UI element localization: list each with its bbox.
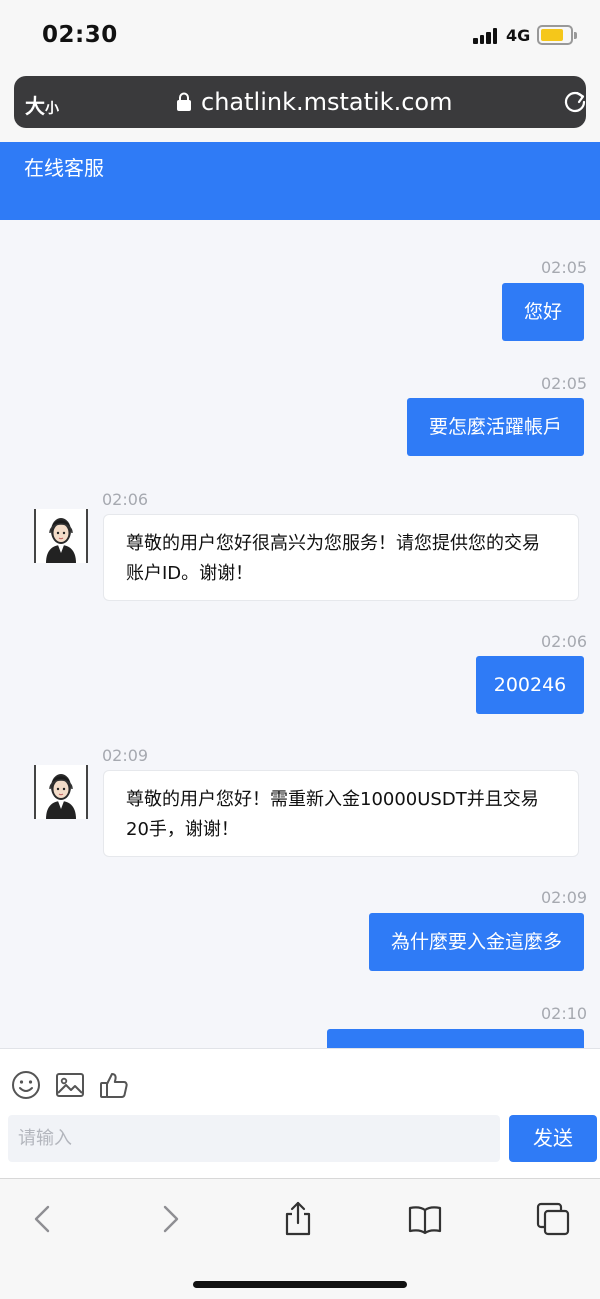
incoming-message: 尊敬的用户您好很高兴为您服务！请您提供您的交易账户ID。谢谢！: [103, 514, 579, 601]
battery-icon: [537, 25, 577, 45]
agent-avatar: [34, 509, 88, 563]
outgoing-message: [327, 1029, 584, 1048]
text-size-button[interactable]: 大小: [25, 90, 59, 119]
address-bar[interactable]: 大小 chatlink.mstatik.com: [14, 76, 586, 128]
chat-messages[interactable]: 02:05 您好 02:05 要怎麼活躍帳戶 02:06 尊敬的用户您好很高兴为…: [0, 220, 600, 1048]
outgoing-message: 您好: [502, 283, 584, 341]
emoji-icon[interactable]: [10, 1069, 42, 1101]
message-time: 02:06: [541, 632, 588, 651]
status-bar: 02:30 4G: [0, 0, 600, 72]
message-time: 02:06: [102, 490, 149, 509]
forward-icon[interactable]: [153, 1201, 189, 1237]
back-icon[interactable]: [24, 1201, 60, 1237]
page-title: 在线客服: [24, 156, 104, 180]
browser-address-area: 大小 chatlink.mstatik.com: [0, 72, 600, 142]
text-size-large: 大: [25, 94, 45, 118]
outgoing-message: 200246: [476, 656, 584, 714]
text-size-small: 小: [45, 101, 59, 117]
message-time: 02:09: [102, 746, 149, 765]
message-time: 02:10: [541, 1004, 588, 1023]
url-text[interactable]: chatlink.mstatik.com: [201, 88, 452, 116]
reload-icon[interactable]: [562, 89, 588, 115]
message-time: 02:05: [541, 374, 588, 393]
incoming-message: 尊敬的用户您好！需重新入金10000USDT并且交易20手，谢谢！: [103, 770, 579, 857]
message-time: 02:05: [541, 258, 588, 277]
chat-header: 在线客服: [0, 142, 600, 220]
message-time: 02:09: [541, 888, 588, 907]
browser-toolbar: [0, 1178, 600, 1299]
tabs-icon[interactable]: [535, 1201, 571, 1237]
share-icon[interactable]: [280, 1201, 316, 1237]
outgoing-message: 要怎麼活躍帳戶: [407, 398, 584, 456]
home-indicator[interactable]: [193, 1281, 407, 1288]
outgoing-message: 為什麼要入金這麼多: [369, 913, 584, 971]
image-icon[interactable]: [54, 1069, 86, 1101]
message-input[interactable]: [8, 1115, 500, 1162]
bookmarks-icon[interactable]: [407, 1201, 443, 1237]
signal-icon: [473, 28, 499, 44]
send-button[interactable]: 发送: [509, 1115, 597, 1162]
status-time: 02:30: [42, 22, 118, 48]
agent-avatar: [34, 765, 88, 819]
network-type: 4G: [506, 26, 531, 45]
lock-icon: [177, 92, 191, 111]
message-composer: 发送: [0, 1048, 600, 1178]
thumbs-up-icon[interactable]: [98, 1069, 130, 1101]
